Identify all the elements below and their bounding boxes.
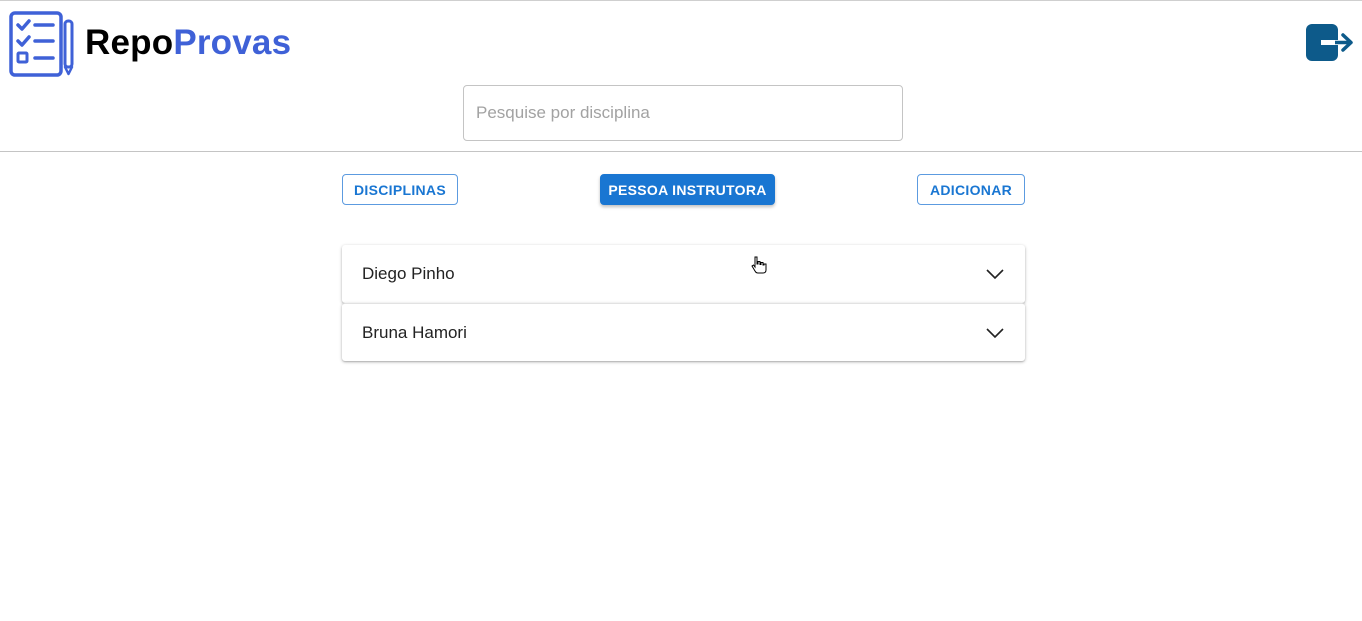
- chevron-down-icon: [986, 327, 1004, 338]
- checklist-icon: [9, 11, 74, 77]
- logo-text: RepoProvas: [85, 25, 291, 60]
- accordion-item-label: Diego Pinho: [362, 264, 455, 283]
- chevron-down-icon: [986, 269, 1004, 280]
- logout-icon: [1306, 24, 1353, 61]
- adicionar-button[interactable]: ADICIONAR: [917, 174, 1025, 205]
- instructor-accordion: Diego Pinho Bruna Hamori: [342, 245, 1025, 361]
- disciplinas-button[interactable]: DISCIPLINAS: [342, 174, 458, 205]
- hand-pointer-cursor-icon: [751, 256, 767, 274]
- page: RepoProvas DISCIPLINAS PESSOA INSTRUTORA…: [0, 0, 1362, 621]
- pessoa-instrutora-button[interactable]: PESSOA INSTRUTORA: [600, 174, 775, 205]
- accordion-item-bruna-hamori[interactable]: Bruna Hamori: [342, 303, 1025, 361]
- app-header: RepoProvas: [0, 1, 1362, 152]
- search-input[interactable]: [463, 85, 903, 141]
- logo-text-provas: Provas: [173, 22, 292, 62]
- logout-button[interactable]: [1305, 23, 1355, 63]
- accordion-item-label: Bruna Hamori: [362, 322, 467, 342]
- accordion-item-diego-pinho[interactable]: Diego Pinho: [342, 245, 1025, 303]
- logo-text-repo: Repo: [85, 22, 174, 62]
- logo: RepoProvas: [9, 11, 291, 77]
